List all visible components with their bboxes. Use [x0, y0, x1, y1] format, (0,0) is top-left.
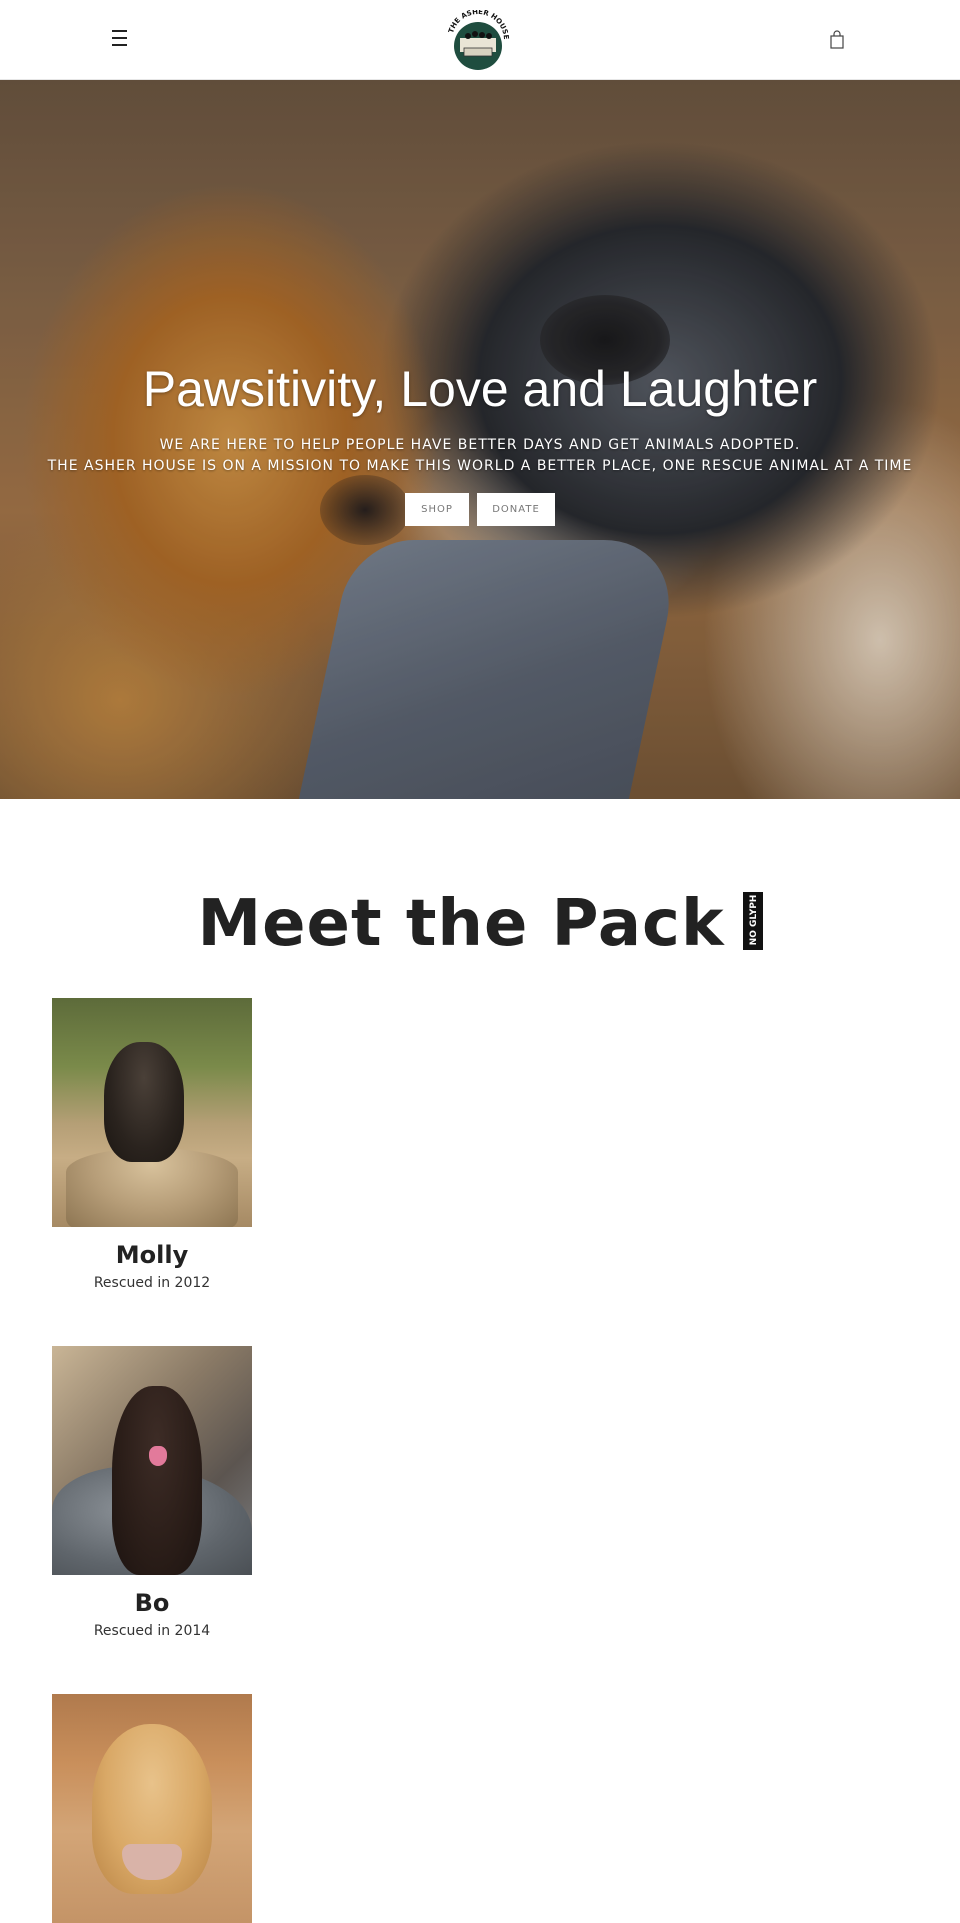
dog-name[interactable]: Bo: [52, 1589, 252, 1617]
photo-dog: [104, 1042, 184, 1162]
site-logo[interactable]: THE ASHER HOUSE: [444, 8, 512, 70]
missing-glyph-box: NO GLYPH: [742, 892, 763, 951]
dog-card-bo[interactable]: Bo Rescued in 2014: [52, 1346, 252, 1639]
section-title: Meet the Pack NO GLYPH: [0, 887, 960, 961]
section-title-text: Meet the Pack: [197, 887, 725, 961]
missing-glyph-label: NO GLYPH: [748, 895, 759, 946]
dog-photo[interactable]: [52, 1346, 252, 1575]
dog-rescued-year: Rescued in 2012: [93, 1275, 211, 1291]
shop-button[interactable]: SHOP: [405, 493, 469, 526]
site-header: THE ASHER HOUSE: [0, 0, 960, 80]
donate-button[interactable]: DONATE: [477, 493, 555, 526]
hero-subtitle-line-2: THE ASHER HOUSE IS ON A MISSION TO MAKE …: [47, 458, 913, 474]
photo-dog-tongue: [149, 1446, 167, 1466]
hero-subtitle-line-1: WE ARE HERE TO HELP PEOPLE HAVE BETTER D…: [159, 437, 801, 453]
dog-photo[interactable]: [52, 1694, 252, 1923]
dog-rescued-year: Rescued in 2014: [93, 1623, 211, 1639]
dog-card-molly[interactable]: Molly Rescued in 2012: [52, 998, 252, 1291]
dog-card-3[interactable]: [52, 1694, 252, 1923]
hero-title: Pawsitivity, Love and Laughter: [142, 361, 818, 417]
photo-dog: [112, 1386, 202, 1575]
dog-name[interactable]: Molly: [52, 1241, 252, 1269]
hero-banner: Pawsitivity, Love and Laughter WE ARE HE…: [0, 80, 960, 799]
dog-photo[interactable]: [52, 998, 252, 1227]
shopping-bag-icon[interactable]: [828, 30, 846, 50]
hamburger-menu-icon[interactable]: [112, 30, 134, 48]
